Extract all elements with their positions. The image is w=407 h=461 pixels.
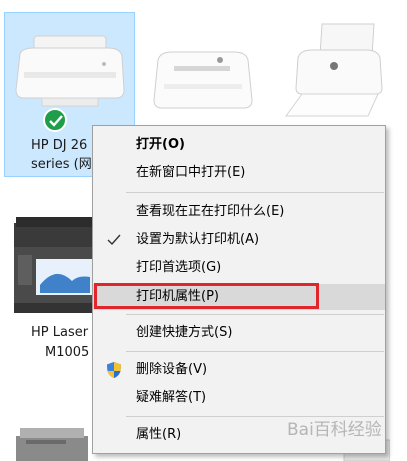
watermark: Bai百科经验 [287,420,382,440]
printer-label-line1: HP Laser [31,325,89,340]
menu-item-troubleshoot[interactable]: 疑难解答(T) [93,385,385,411]
menu-item-label: 删除设备(V) [136,362,208,377]
menu-item-open[interactable]: 打开(O) [93,132,385,158]
shield-icon [107,362,121,378]
check-icon [107,234,121,246]
menu-item-create-shortcut[interactable]: 创建快捷方式(S) [93,320,385,346]
printer-image-5[interactable] [14,422,88,461]
printer-image-3[interactable] [282,22,392,120]
menu-separator [126,351,384,352]
printer-label-line1: HP DJ 26 [31,138,88,153]
menu-item-label: 疑难解答(T) [136,390,207,405]
menu-item-label: 查看现在正在打印什么(E) [136,204,285,219]
menu-item-remove-device[interactable]: 删除设备(V) [93,357,385,383]
menu-item-label: 打开(O) [136,137,185,152]
menu-item-set-default[interactable]: 设置为默认打印机(A) [93,227,385,253]
menu-item-printing-preferences[interactable]: 打印首选项(G) [93,255,385,281]
menu-item-see-printing[interactable]: 查看现在正在打印什么(E) [93,199,385,225]
menu-item-open-new-window[interactable]: 在新窗口中打开(E) [93,160,385,186]
menu-item-label: 创建快捷方式(S) [136,325,233,340]
default-printer-check-icon [43,108,67,132]
menu-item-label: 设置为默认打印机(A) [136,232,260,247]
printer-image-2[interactable] [148,40,258,120]
menu-item-label: 在新窗口中打开(E) [136,165,246,180]
printer-image-4[interactable] [12,215,96,315]
menu-item-label: 打印首选项(G) [136,260,222,275]
menu-separator [126,314,384,315]
menu-item-label: 属性(R) [136,427,182,442]
annotation-highlight-box [94,283,319,309]
printer-label-line2: M1005 [45,345,90,360]
menu-separator [126,192,384,193]
printer-label-line2: series (网 [31,157,92,172]
printer-image-1 [15,35,125,107]
